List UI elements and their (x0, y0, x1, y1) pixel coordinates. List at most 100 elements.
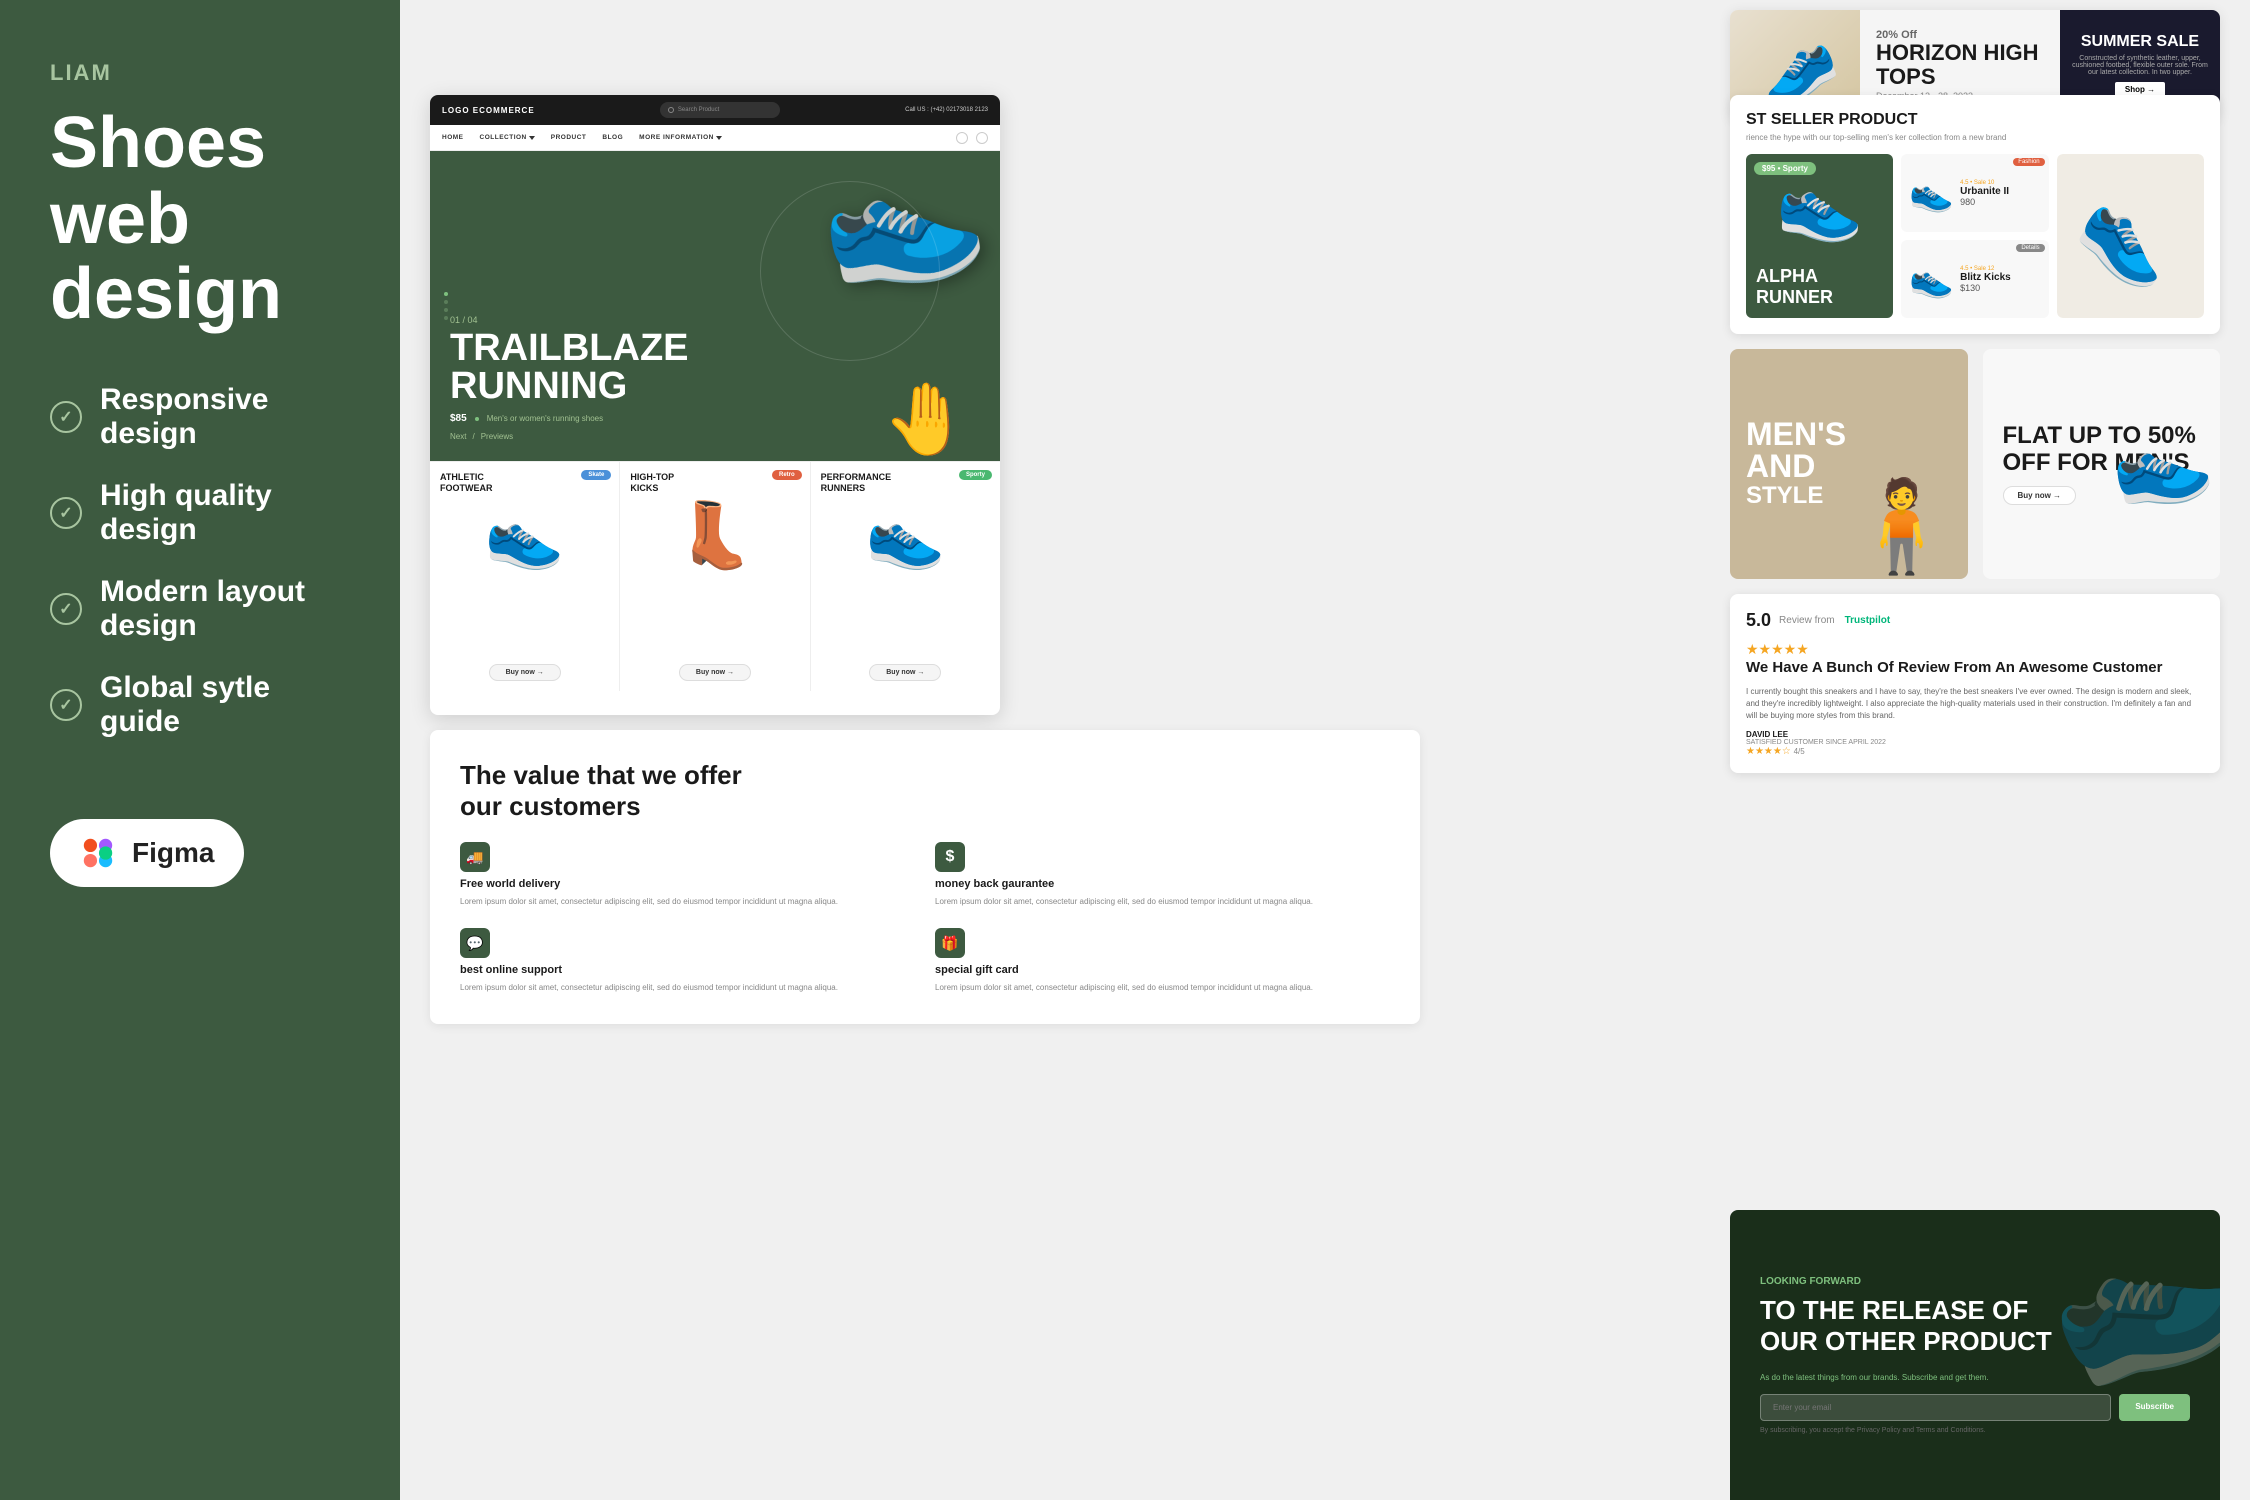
bs-side-price-2: $130 (1960, 283, 2041, 293)
menu-home[interactable]: HOME (442, 134, 464, 141)
mens-text-overlay: MEN'S AND STYLE (1746, 418, 1846, 510)
review-text: I currently bought this sneakers and I h… (1746, 686, 2204, 722)
check-icon-4 (50, 689, 82, 721)
hero-section: 01 / 04 TRAILBLAZE RUNNING $85 Men's or … (430, 151, 1000, 461)
support-icon: 💬 (460, 928, 490, 958)
figma-badge[interactable]: Figma (50, 819, 244, 887)
product-card-athletic: ATHLETICFOOTWEAR Skate 👟 Buy now → (430, 462, 620, 691)
product-card-hightop: HIGH-TOPKICKS Retro 👢 Buy now → (620, 462, 810, 691)
feature-item-quality: High quality design (50, 479, 350, 547)
value-feature-gift: 🎁 special gift card Lorem ipsum dolor si… (935, 928, 1390, 994)
newsletter-title: TO THE RELEASE OF OUR OTHER PRODUCT (1760, 1295, 2190, 1357)
website-mockup: LOGO ECOMMERCE Search Product Call US : … (430, 95, 1000, 715)
mens-title-line1: MEN'S (1746, 418, 1846, 450)
buy-btn-athletic[interactable]: Buy now → (489, 664, 561, 681)
bs-main-label: Alpha Runner (1756, 266, 1883, 308)
product-badge-skate: Skate (581, 470, 611, 480)
hero-price-row: $85 Men's or women's running shoes (450, 413, 689, 424)
product-name-performance: PERFORMANCERUNNERS (821, 472, 892, 494)
menu-blog[interactable]: BLOG (602, 134, 623, 141)
feature-text-quality: High quality design (100, 479, 350, 547)
newsletter-terms: By subscribing, you accept the Privacy P… (1760, 1427, 2190, 1434)
bs-side-badge-1: Fashion (2013, 158, 2044, 166)
menu-more[interactable]: MORE INFORMATION (639, 134, 722, 141)
value-features-grid: 🚚 Free world delivery Lorem ipsum dolor … (460, 842, 1390, 994)
bs-main-product: 👟 $95 • Sporty Alpha Runner (1746, 154, 1893, 318)
mockup-search[interactable]: Search Product (660, 102, 780, 118)
hero-slide-dots (444, 292, 448, 320)
value-feature-guarantee: $ money back gaurantee Lorem ipsum dolor… (935, 842, 1390, 908)
value-section: The value that we offerour customers 🚚 F… (430, 730, 1420, 1024)
bs-side-shoe-1: 👟 (1909, 172, 1954, 214)
bs-side-info-1: 4.5 • Sale 10 Urbanite II 980 (1960, 180, 2041, 207)
product-shoe-performance: 👟 (865, 498, 945, 573)
feature-item-style: Global sytle guide (50, 671, 350, 739)
value-feature-title-gift: special gift card (935, 964, 1390, 976)
menu-collection[interactable]: COLLECTION (480, 134, 535, 141)
products-row: ATHLETICFOOTWEAR Skate 👟 Buy now → HIGH-… (430, 461, 1000, 691)
chevron-down-icon-2 (716, 136, 722, 140)
mockup-call: Call US : (+42) 02173018 2123 (905, 107, 988, 113)
guarantee-icon: $ (935, 842, 965, 872)
slide-dot-1[interactable] (444, 292, 448, 296)
best-seller-title: ST SELLER PRODUCT (1746, 111, 2204, 129)
product-card-performance: PERFORMANCERUNNERS Sporty 👟 Buy now → (811, 462, 1000, 691)
search-placeholder: Search Product (678, 107, 719, 113)
cart-icon[interactable] (976, 132, 988, 144)
banner-sale-desc: Constructed of synthetic leather, upper,… (2070, 55, 2210, 76)
hero-slide-number: 01 / 04 (450, 315, 689, 325)
feature-item-responsive: Responsive design (50, 383, 350, 451)
mockup-logo: LOGO ECOMMERCE (442, 106, 535, 115)
left-panel: LIAM Shoes web design Responsive design … (0, 0, 400, 1500)
user-icon[interactable] (956, 132, 968, 144)
menu-product[interactable]: PRODUCT (551, 134, 587, 141)
review-section: 5.0 Review from Trustpilot ★★★★★ We Have… (1730, 594, 2220, 773)
mens-figure: 🧍 (1845, 474, 1957, 579)
value-feature-support: 💬 best online support Lorem ipsum dolor … (460, 928, 915, 994)
delivery-icon: 🚚 (460, 842, 490, 872)
hero-hand-image: 🤚 (883, 379, 970, 461)
hero-prev[interactable]: Previews (481, 432, 513, 441)
bs-side-info-2: 4.5 • Sale 12 Blitz Kicks $130 (1960, 266, 2041, 293)
review-title: We Have A Bunch Of Review From An Awesom… (1746, 658, 2204, 678)
figma-icon (80, 835, 116, 871)
promo-row: MEN'S AND STYLE 🧍 👟 FLAT UP TO 50% OFF F… (1730, 349, 2220, 579)
newsletter-email-input[interactable] (1760, 1394, 2111, 1421)
buy-btn-performance[interactable]: Buy now → (869, 664, 941, 681)
figma-label: Figma (132, 837, 214, 869)
newsletter-subtitle: As do the latest things from our brands.… (1760, 1373, 2190, 1382)
newsletter-form: Subscribe (1760, 1394, 2190, 1421)
newsletter-submit-button[interactable]: Subscribe (2119, 1394, 2190, 1421)
trustpilot-label: Trustpilot (1845, 615, 1891, 626)
buy-btn-hightop[interactable]: Buy now → (679, 664, 751, 681)
reviewer-stars: ★★★★☆ 4/5 (1746, 746, 2204, 757)
bs-side-product-2: 👟 4.5 • Sale 12 Blitz Kicks $130 Details (1901, 240, 2048, 318)
best-seller-section: ST SELLER PRODUCT rience the hype with o… (1730, 95, 2220, 334)
best-seller-subtitle: rience the hype with our top-selling men… (1746, 133, 2204, 142)
review-from-text: Review from (1779, 615, 1835, 626)
hero-description: Men's or women's running shoes (487, 414, 603, 423)
slide-dot-4[interactable] (444, 316, 448, 320)
promo-card-flat: 👟 FLAT UP TO 50% OFF FOR MEN'S Buy now → (1983, 349, 2221, 579)
slide-dot-2[interactable] (444, 300, 448, 304)
bs-side-product-1: 👟 4.5 • Sale 10 Urbanite II 980 Fashion (1901, 154, 2048, 232)
main-title: Shoes web design (50, 106, 350, 333)
value-feature-desc-guarantee: Lorem ipsum dolor sit amet, consectetur … (935, 896, 1390, 908)
slide-dot-3[interactable] (444, 308, 448, 312)
hero-title: TRAILBLAZE RUNNING (450, 329, 689, 405)
main-content: 👟 20% Off HORIZON HIGH TOPS December 12 … (400, 0, 2250, 1500)
check-icon (50, 401, 82, 433)
value-feature-title-delivery: Free world delivery (460, 878, 915, 890)
bs-side-badge-2: Details (2016, 244, 2044, 252)
value-feature-delivery: 🚚 Free world delivery Lorem ipsum dolor … (460, 842, 915, 908)
flat-buy-button[interactable]: Buy now → (2003, 486, 2077, 505)
bs-side-name-1: Urbanite II (1960, 186, 2041, 197)
reviewer-name: DAVID LEE (1746, 730, 2204, 739)
hero-dot-separator (475, 417, 479, 421)
bs-large-shoe: 👟 (2064, 170, 2197, 301)
hero-next[interactable]: Next (450, 432, 466, 441)
reviewer-since: SATISFIED CUSTOMER SINCE APRIL 2022 (1746, 739, 2204, 746)
bs-side-name-2: Blitz Kicks (1960, 272, 2041, 283)
product-name-hightop: HIGH-TOPKICKS (630, 472, 674, 494)
feature-text-responsive: Responsive design (100, 383, 350, 451)
